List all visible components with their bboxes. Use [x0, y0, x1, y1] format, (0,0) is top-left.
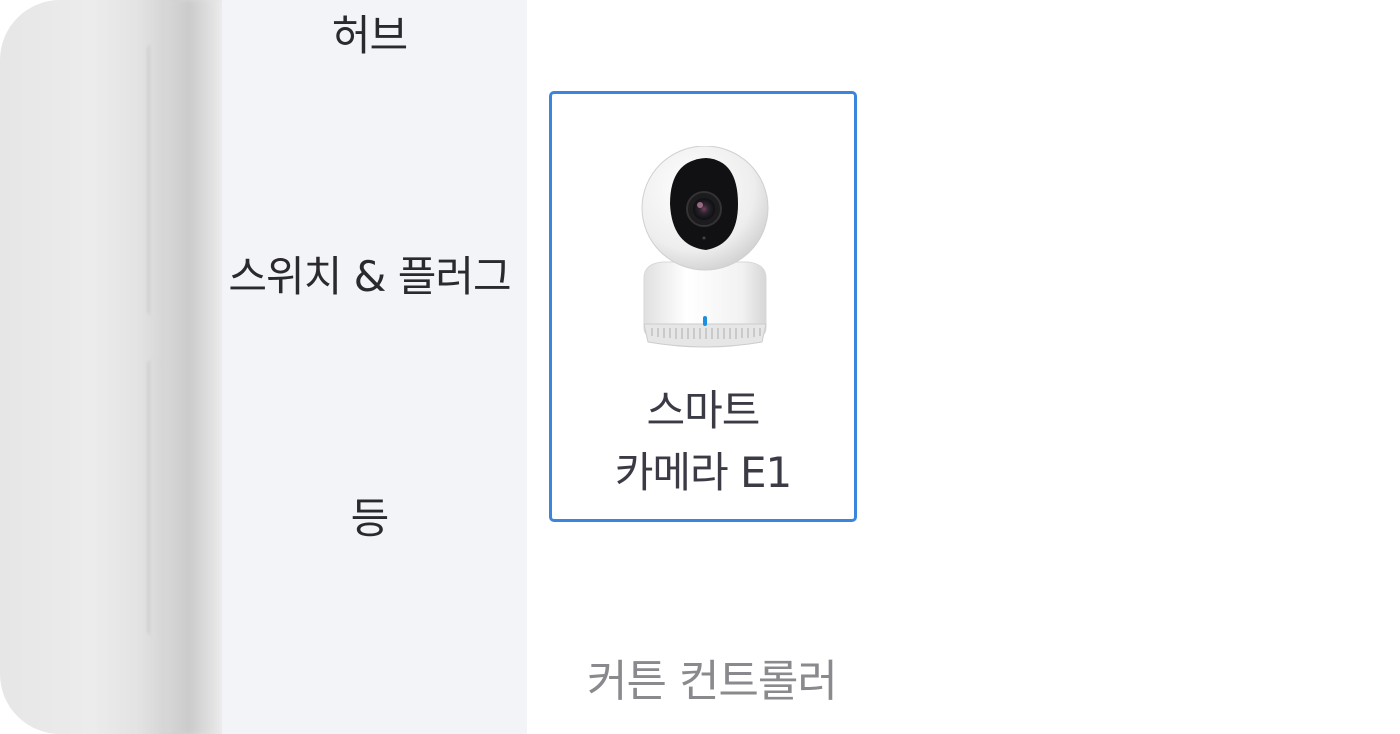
device-bezel	[0, 0, 230, 734]
sidebar-item-switch-plug[interactable]: 스위치 & 플러그	[222, 243, 517, 304]
device-name-line2: 카메라 E1	[614, 448, 793, 497]
bezel-edge	[165, 0, 225, 734]
smart-camera-e1-image	[641, 146, 769, 348]
device-name-line1: 스마트	[646, 386, 761, 435]
sidebar-item-label: 스위치 & 플러그	[228, 252, 511, 301]
device-list: 스마트 카메라 E1 커튼 컨트롤러	[527, 0, 1400, 734]
sidebar-item-light[interactable]: 등	[222, 485, 517, 546]
sidebar-item-hub[interactable]: 허브	[222, 2, 517, 63]
device-card-smart-camera-e1[interactable]: 스마트 카메라 E1	[549, 91, 857, 522]
category-sidebar: 허브 스위치 & 플러그 등	[222, 0, 527, 734]
sidebar-item-label: 등	[350, 494, 390, 543]
bezel-highlight	[147, 360, 159, 635]
category-heading-curtain-controller: 커튼 컨트롤러	[587, 656, 838, 707]
app-screen: 허브 스위치 & 플러그 등 스마트 카메라 E1 커튼 컨트롤러	[0, 0, 1400, 734]
sidebar-item-label: 허브	[331, 11, 408, 60]
bezel-highlight	[147, 45, 159, 315]
